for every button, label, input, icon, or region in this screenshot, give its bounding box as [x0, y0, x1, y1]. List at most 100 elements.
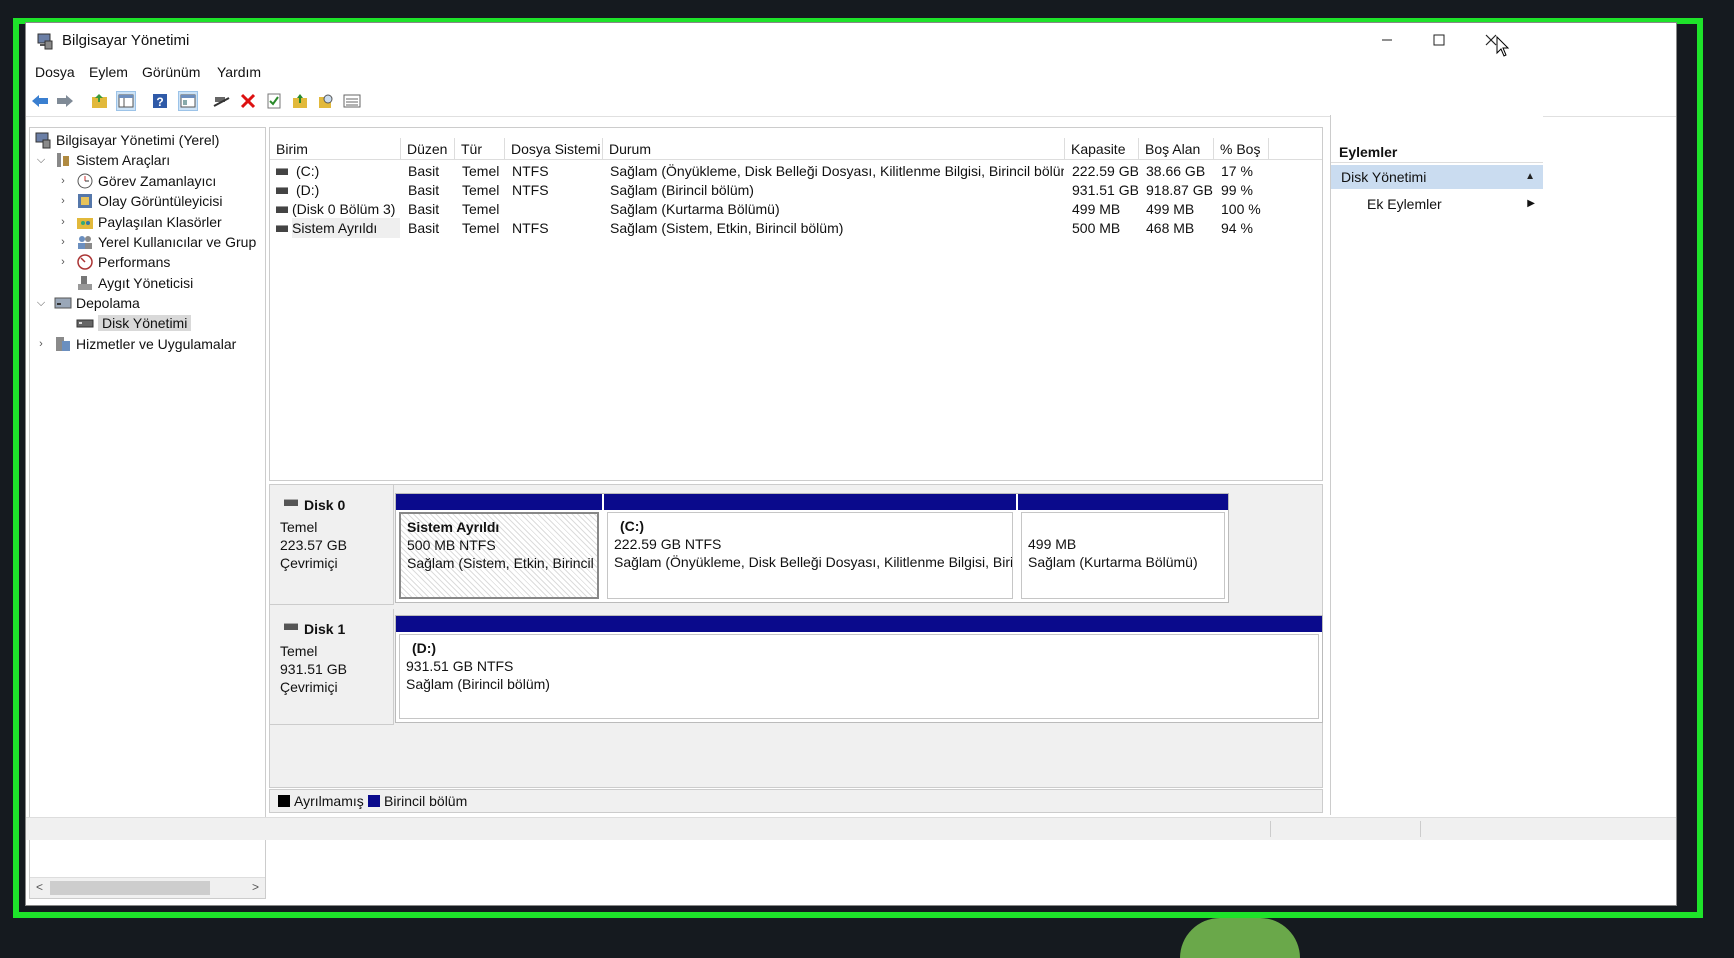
menu-yardim[interactable]: Yardım [217, 64, 261, 80]
menu-eylem[interactable]: Eylem [89, 64, 128, 80]
performance-icon [77, 254, 93, 270]
tree-item-services-apps[interactable]: › Hizmetler ve Uygulamalar [34, 334, 236, 354]
tree-item-computer-management[interactable]: Bilgisayar Yönetimi (Yerel) [32, 130, 219, 150]
maximize-button[interactable] [1410, 23, 1468, 57]
partition-d[interactable]: (D:) 931.51 GB NTFS Sağlam (Birincil böl… [396, 616, 1322, 722]
cell-birim: (Disk 0 Bölüm 3) [292, 201, 396, 217]
tree-label: Olay Görüntüleyicisi [98, 193, 223, 209]
action-label: Ek Eylemler [1367, 196, 1442, 212]
chevron-right-icon[interactable]: › [56, 216, 70, 228]
cell-dosya-sistemi: NTFS [512, 163, 549, 179]
disk-name: Disk 0 [304, 497, 346, 513]
tree-item-event-viewer[interactable]: › Olay Görüntüleyicisi [56, 191, 223, 211]
volume-list: Birim Düzen Tür Dosya Sistemi Durum Kapa… [269, 127, 1323, 481]
column-header-birim[interactable]: Birim [270, 138, 401, 160]
tree-item-task-scheduler[interactable]: › Görev Zamanlayıcı [56, 171, 216, 191]
actions-header: Eylemler [1331, 141, 1543, 163]
partition-title: (C:) [620, 518, 645, 534]
chevron-right-icon[interactable]: › [34, 338, 48, 350]
menu-dosya[interactable]: Dosya [35, 64, 75, 80]
column-header-durum[interactable]: Durum [603, 138, 1065, 160]
action-disk-management[interactable]: Disk Yönetimi ▲ [1331, 165, 1543, 189]
disk-state: Çevrimiçi [280, 555, 338, 571]
tree-label: Sistem Araçları [76, 152, 171, 168]
tree-item-system-tools[interactable]: ⌵ Sistem Araçları [34, 150, 170, 170]
chevron-down-icon[interactable]: ⌵ [34, 297, 48, 310]
partition-c[interactable]: (C:) 222.59 GB NTFS Sağlam (Önyükleme, D… [604, 494, 1016, 602]
properties-button[interactable] [264, 91, 284, 111]
console-view-button[interactable] [178, 91, 198, 111]
cell-kapasite: 500 MB [1072, 220, 1121, 236]
export-button[interactable] [290, 91, 310, 111]
menu-bar: Dosya Eylem Görünüm Yardım [26, 61, 1676, 85]
chevron-right-icon[interactable]: › [56, 195, 70, 207]
scroll-left-icon[interactable]: < [36, 880, 43, 894]
clock-icon [77, 173, 93, 189]
tree-horizontal-scrollbar[interactable]: < > [30, 877, 265, 898]
disk-type: Temel [280, 519, 318, 535]
chevron-right-icon[interactable]: › [56, 175, 70, 187]
forward-button[interactable] [55, 91, 75, 111]
collapse-up-icon[interactable]: ▲ [1525, 165, 1535, 189]
status-divider [1270, 821, 1271, 837]
column-header-bos-alan[interactable]: Boş Alan [1139, 138, 1214, 160]
cell-birim: (C:) [296, 163, 320, 179]
disk-1-label[interactable]: Disk 1 Temel 931.51 GB Çevrimiçi [270, 609, 394, 725]
connect-button[interactable] [212, 91, 232, 111]
chevron-down-icon[interactable]: ⌵ [34, 154, 48, 167]
tree-item-disk-management[interactable]: Disk Yönetimi [56, 313, 192, 333]
cell-yuzde-bos: 99 % [1221, 182, 1253, 198]
help-button[interactable]: ? [150, 91, 170, 111]
properties-icon [267, 93, 281, 109]
status-bar [26, 817, 1676, 840]
legend-unallocated: Ayrılmamış [294, 793, 364, 809]
column-header-kapasite[interactable]: Kapasite [1065, 138, 1139, 160]
maximize-icon [1433, 34, 1445, 46]
main-window: Bilgisayar Yönetimi Dosya Eylem Görünüm … [25, 22, 1677, 906]
back-arrow-icon [32, 95, 48, 107]
disk-1-partitions: (D:) 931.51 GB NTFS Sağlam (Birincil böl… [395, 615, 1323, 723]
tree-item-storage[interactable]: ⌵ Depolama [34, 293, 140, 313]
column-header-yuzde-bos[interactable]: % Boş [1214, 138, 1269, 160]
tree-item-shared-folders[interactable]: › Paylaşılan Klasörler [56, 212, 222, 232]
column-header-dosya-sistemi[interactable]: Dosya Sistemi [505, 138, 603, 160]
computer-management-icon [35, 132, 51, 149]
minimize-button[interactable] [1358, 23, 1416, 57]
disk-graphical-view: Disk 0 Temel 223.57 GB Çevrimiçi Sistem … [269, 484, 1323, 788]
close-button[interactable] [1462, 23, 1520, 57]
tree-item-performance[interactable]: › Performans [56, 252, 170, 272]
delete-button[interactable] [238, 91, 258, 111]
search-button[interactable] [316, 91, 336, 111]
disk-type: Temel [280, 643, 318, 659]
toolbar: ? [26, 86, 1676, 117]
partition-bar [604, 494, 1016, 510]
action-more-actions[interactable]: Ek Eylemler ▶ [1331, 193, 1543, 215]
show-hide-tree-button[interactable] [116, 91, 136, 111]
up-folder-button[interactable] [90, 91, 110, 111]
scroll-right-icon[interactable]: > [252, 880, 259, 894]
back-button[interactable] [30, 91, 50, 111]
volume-icon [276, 225, 288, 232]
disk-size: 931.51 GB [280, 661, 347, 677]
scrollbar-thumb[interactable] [50, 881, 210, 895]
cell-dosya-sistemi: NTFS [512, 182, 549, 198]
list-view-button[interactable] [342, 91, 362, 111]
disk-0-label[interactable]: Disk 0 Temel 223.57 GB Çevrimiçi [270, 485, 394, 605]
partition-system-reserved[interactable]: Sistem Ayrıldı 500 MB NTFS Sağlam (Siste… [396, 494, 602, 602]
cell-duzen: Basit [408, 220, 440, 236]
console-view-icon [180, 94, 196, 108]
partition-status: Sağlam (Kurtarma Bölümü) [1028, 554, 1198, 570]
tools-icon [57, 153, 69, 167]
cell-yuzde-bos: 94 % [1221, 220, 1253, 236]
tree-item-device-manager[interactable]: Aygıt Yöneticisi [56, 273, 193, 293]
partition-recovery[interactable]: 499 MB Sağlam (Kurtarma Bölümü) [1018, 494, 1228, 602]
column-header-tur[interactable]: Tür [455, 138, 505, 160]
column-header-duzen[interactable]: Düzen [401, 138, 455, 160]
chevron-right-icon[interactable]: › [56, 256, 70, 268]
menu-gorunum[interactable]: Görünüm [142, 64, 200, 80]
tree-item-local-users[interactable]: › Yerel Kullanıcılar ve Grup [56, 232, 256, 252]
storage-icon [54, 297, 72, 309]
chevron-right-icon[interactable]: › [56, 236, 70, 248]
cell-bos-alan: 38.66 GB [1146, 163, 1206, 179]
cell-dosya-sistemi: NTFS [512, 220, 549, 236]
